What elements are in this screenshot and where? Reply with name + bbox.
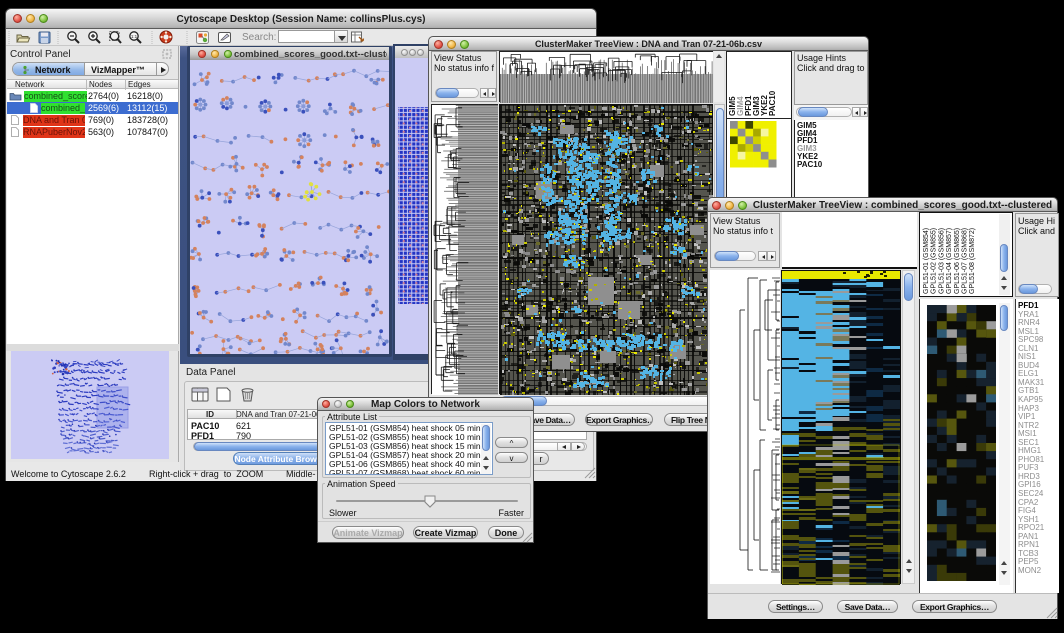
svg-text:GPL51-07 (GSM868): GPL51-07 (GSM868) <box>962 228 969 294</box>
svg-text:GPL51-08 (GSM872): GPL51-08 (GSM872) <box>969 228 976 294</box>
svg-text:1:1: 1:1 <box>131 34 138 39</box>
svg-text:GPL51-02 (GSM855): GPL51-02 (GSM855) <box>931 228 938 294</box>
svg-text:GPL51-01 (GSM854): GPL51-01 (GSM854) <box>923 228 930 294</box>
svg-text:GPL51-06 (GSM865): GPL51-06 (GSM865) <box>954 228 961 294</box>
svg-text:GPL51-04 (GSM857): GPL51-04 (GSM857) <box>946 228 953 294</box>
svg-text:PAC10: PAC10 <box>768 90 777 116</box>
svg-text:GPL51-03 (GSM856): GPL51-03 (GSM856) <box>938 228 945 294</box>
